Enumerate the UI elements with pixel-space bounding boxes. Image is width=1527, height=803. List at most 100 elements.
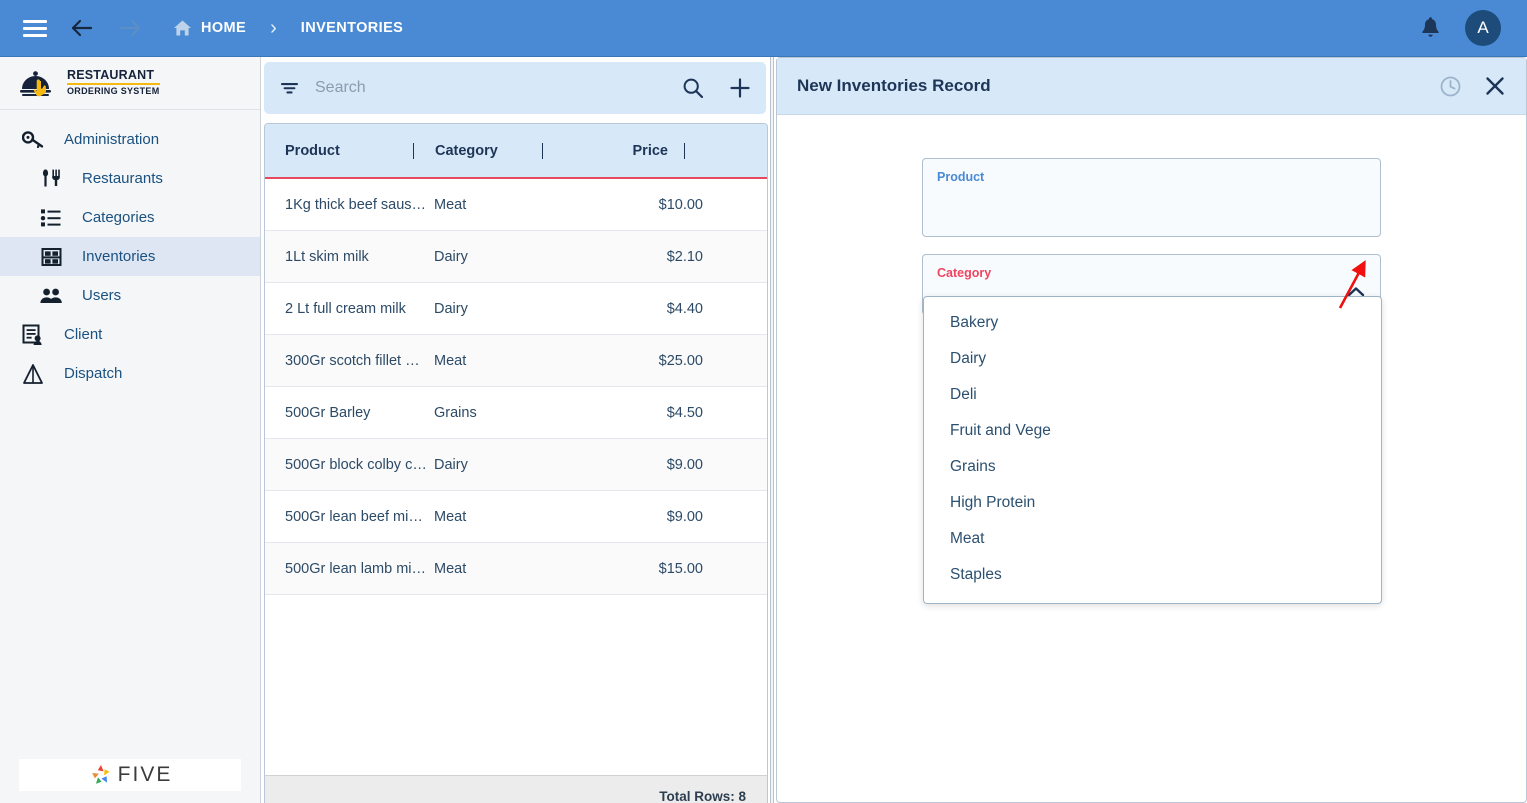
sidebar-item-label: Users <box>82 287 122 304</box>
table-row[interactable]: 500Gr block colby c… Dairy $9.00 <box>265 439 767 491</box>
dispatch-icon <box>18 363 48 385</box>
table-row[interactable]: 500Gr lean lamb mi… Meat $15.00 <box>265 543 767 595</box>
column-resizer[interactable] <box>684 142 685 159</box>
dropdown-option-grains[interactable]: Grains <box>924 449 1381 485</box>
cell-price: $15.00 <box>658 560 703 577</box>
cell-category: Meat <box>434 560 467 577</box>
five-platform-logo: FIVE <box>19 759 241 791</box>
product-field[interactable]: Product <box>922 158 1381 237</box>
breadcrumb-home[interactable]: HOME <box>173 19 246 37</box>
cell-price: $10.00 <box>658 196 703 213</box>
clock-icon[interactable] <box>1439 75 1462 98</box>
cell-category: Dairy <box>434 456 468 473</box>
cell-category: Meat <box>434 508 467 525</box>
arrow-left-icon <box>71 19 93 37</box>
dropdown-option-meat[interactable]: Meat <box>924 521 1381 557</box>
filter-icon[interactable] <box>280 80 299 96</box>
cell-product: 500Gr block colby c… <box>285 456 427 473</box>
dropdown-option-staples[interactable]: Staples <box>924 557 1381 593</box>
table-row[interactable]: 1Kg thick beef saus… Meat $10.00 <box>265 179 767 231</box>
plus-icon[interactable] <box>728 76 752 100</box>
dropdown-option-high-protein[interactable]: High Protein <box>924 485 1381 521</box>
notifications-button[interactable] <box>1420 16 1441 40</box>
top-navigation-bar: HOME › INVENTORIES A <box>0 0 1527 57</box>
sidebar-item-categories[interactable]: Categories <box>0 198 260 237</box>
table-row[interactable]: 500Gr Barley Grains $4.50 <box>265 387 767 439</box>
cell-product: 500Gr Barley <box>285 404 371 421</box>
app-logo: RESTAURANT ORDERING SYSTEM <box>0 57 260 110</box>
cell-product: 300Gr scotch fillet … <box>285 352 420 369</box>
table-row[interactable]: 500Gr lean beef mi… Meat $9.00 <box>265 491 767 543</box>
dropdown-option-deli[interactable]: Deli <box>924 377 1381 413</box>
cell-product: 500Gr lean lamb mi… <box>285 560 427 577</box>
sidebar-item-label: Inventories <box>82 248 156 265</box>
people-icon <box>36 287 66 305</box>
dropdown-option-dairy[interactable]: Dairy <box>924 341 1381 377</box>
sidebar-item-users[interactable]: Users <box>0 276 260 315</box>
form-header-actions <box>1439 75 1506 98</box>
cell-price: $25.00 <box>658 352 703 369</box>
sidebar-item-label: Categories <box>82 209 155 226</box>
cell-product: 500Gr lean beef mi… <box>285 508 423 525</box>
cell-category: Dairy <box>434 248 468 265</box>
five-logo-text: FIVE <box>117 763 173 786</box>
home-icon <box>174 20 191 36</box>
cell-price: $2.10 <box>666 248 703 265</box>
forward-button[interactable] <box>117 17 143 39</box>
cell-price: $4.40 <box>666 300 703 317</box>
sidebar-navigation: Administration Restaurants Categories In… <box>0 110 260 759</box>
column-header-price[interactable]: Price <box>543 143 684 159</box>
table-row[interactable]: 2 Lt full cream milk Dairy $4.40 <box>265 283 767 335</box>
user-avatar[interactable]: A <box>1465 10 1501 46</box>
category-field-label: Category <box>937 266 992 280</box>
sidebar-item-inventories[interactable]: Inventories <box>0 237 260 276</box>
sidebar: RESTAURANT ORDERING SYSTEM Administratio… <box>0 57 261 803</box>
back-button[interactable] <box>69 17 95 39</box>
pane-splitter[interactable] <box>770 57 774 803</box>
close-icon[interactable] <box>1484 75 1506 97</box>
grid-header-row: Product Category Price <box>265 124 767 179</box>
cell-product: 1Kg thick beef saus… <box>285 196 427 213</box>
sidebar-item-label: Dispatch <box>64 365 123 382</box>
avatar-initial: A <box>1477 18 1489 37</box>
sidebar-item-label: Administration <box>64 131 160 148</box>
column-header-category[interactable]: Category <box>414 143 542 159</box>
cell-price: $9.00 <box>666 456 703 473</box>
cutlery-icon <box>36 168 66 190</box>
sidebar-item-dispatch[interactable]: Dispatch <box>0 354 260 393</box>
sidebar-item-client[interactable]: Client <box>0 315 260 354</box>
form-title: New Inventories Record <box>797 76 991 95</box>
dropdown-option-bakery[interactable]: Bakery <box>924 305 1381 341</box>
breadcrumb-home-label: HOME <box>201 20 247 36</box>
inventories-list-pane: Product Category Price 1Kg thick beef sa… <box>262 57 770 803</box>
breadcrumb-current: INVENTORIES <box>300 20 404 36</box>
inventories-grid: Product Category Price 1Kg thick beef sa… <box>264 123 768 803</box>
sidebar-item-label: Client <box>64 326 103 343</box>
grid-footer: Total Rows: 8 <box>265 775 767 803</box>
sidebar-item-administration[interactable]: Administration <box>0 120 260 159</box>
topbar-actions: A <box>1420 10 1501 46</box>
breadcrumb-separator: › <box>270 16 277 39</box>
table-row[interactable]: 300Gr scotch fillet … Meat $25.00 <box>265 335 767 387</box>
application-window: HOME › INVENTORIES A RESTAURANT ORDERING… <box>0 0 1527 803</box>
cell-product: 2 Lt full cream milk <box>285 300 406 317</box>
form-body: Product Category Bakery Dairy Deli Fruit… <box>777 115 1526 803</box>
arrow-right-icon <box>120 20 140 36</box>
list-icon <box>36 208 66 228</box>
table-row[interactable]: 1Lt skim milk Dairy $2.10 <box>265 231 767 283</box>
search-icon[interactable] <box>682 77 704 99</box>
sidebar-item-label: Restaurants <box>82 170 163 187</box>
logo-line-1: RESTAURANT <box>67 67 155 82</box>
form-header: New Inventories Record <box>777 58 1526 115</box>
hamburger-icon[interactable] <box>23 19 47 37</box>
dropdown-option-fruit-and-vege[interactable]: Fruit and Vege <box>924 413 1381 449</box>
cell-price: $9.00 <box>666 508 703 525</box>
restaurant-cloche-icon <box>20 71 51 97</box>
search-bar <box>264 62 766 114</box>
cell-category: Grains <box>434 404 477 421</box>
column-header-product[interactable]: Product <box>265 143 413 159</box>
logo-underline <box>67 82 160 86</box>
search-input[interactable] <box>315 79 682 97</box>
sidebar-item-restaurants[interactable]: Restaurants <box>0 159 260 198</box>
grid-empty-space <box>265 595 767 775</box>
